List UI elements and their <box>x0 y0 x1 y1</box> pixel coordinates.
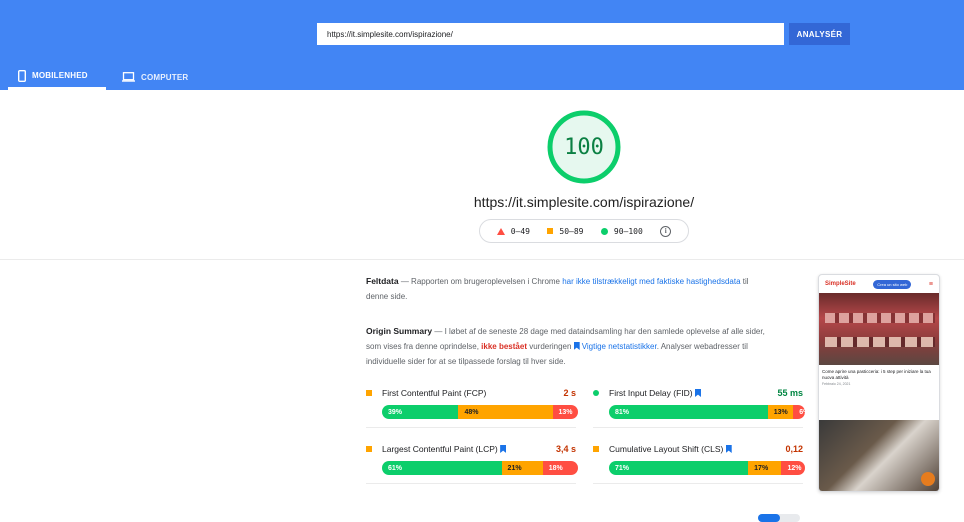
cls-slow-segment: 12% <box>781 461 805 475</box>
metric-lcp-name: Largest Contentful Paint (LCP) <box>382 444 556 454</box>
preview-header: SimpleSite Crea un sito web ≡ <box>819 275 939 293</box>
metric-fid-name: First Input Delay (FID) <box>609 388 777 398</box>
lcp-fast-segment: 61% <box>382 461 502 475</box>
circle-pass-icon <box>600 227 608 235</box>
circle-pass-icon <box>593 390 599 396</box>
tab-mobile[interactable]: MOBILENHED <box>8 64 106 90</box>
square-average-icon <box>593 446 599 452</box>
preview-logo: SimpleSite <box>825 281 856 287</box>
core-web-vitals-label: Vigtige netstatistikker <box>581 342 657 351</box>
origin-summary-title: Origin Summary <box>366 326 433 336</box>
legend-pass: 90–100 <box>600 226 643 236</box>
section-divider <box>0 259 964 260</box>
analyze-button[interactable]: ANALYSÉR <box>789 23 850 45</box>
analyzed-url: https://it.simplesite.com/ispirazione/ <box>473 194 695 210</box>
legend-average-label: 50–89 <box>559 226 584 236</box>
origin-fail-text: ikke bestået <box>481 342 527 351</box>
square-average-icon <box>366 390 372 396</box>
preview-caption: Come aprire una pasticceria: i 5 step pe… <box>822 369 931 380</box>
metric-lcp: Largest Contentful Paint (LCP) 3,4 s 61%… <box>366 436 578 484</box>
metric-cls-name: Cumulative Layout Shift (CLS) <box>609 444 785 454</box>
legend-pass-label: 90–100 <box>613 226 643 236</box>
metric-cls-value: 0,12 <box>785 444 803 454</box>
fid-fast-segment: 81% <box>609 405 768 419</box>
square-average-icon <box>366 446 372 452</box>
expand-toggle[interactable] <box>758 514 800 522</box>
metric-fid-distribution: 81% 13% 6% <box>609 405 805 419</box>
field-data-title: Feltdata <box>366 276 399 286</box>
metric-lcp-label: Largest Contentful Paint (LCP) <box>382 444 498 454</box>
field-data-text: — Rapporten om brugeroplevelsen i Chrome <box>398 277 563 286</box>
preview-kitchen-image <box>819 420 939 491</box>
legend-fail-label: 0–49 <box>510 226 530 236</box>
laptop-icon <box>122 72 135 82</box>
fid-average-segment: 13% <box>767 405 794 419</box>
metric-fcp-value: 2 s <box>563 388 576 398</box>
bookmark-icon <box>725 445 732 453</box>
tab-desktop-label: COMPUTER <box>141 72 189 82</box>
bookmark-icon <box>500 445 507 453</box>
smartphone-icon <box>18 69 26 82</box>
core-web-vitals-link[interactable]: Vigtige netstatistikker <box>573 342 657 351</box>
metric-cls-label: Cumulative Layout Shift (CLS) <box>609 444 724 454</box>
fid-slow-segment: 6% <box>793 405 805 419</box>
metric-cls-distribution: 71% 17% 12% <box>609 461 805 475</box>
page-screenshot-preview: SimpleSite Crea un sito web ≡ Come aprir… <box>818 274 940 492</box>
legend-average: 50–89 <box>547 227 583 236</box>
origin-summary-section: Origin Summary — I løbet af de seneste 2… <box>366 324 766 369</box>
lcp-slow-segment: 18% <box>542 461 578 475</box>
fcp-average-segment: 48% <box>458 405 553 419</box>
field-data-link[interactable]: har ikke tilstrækkeligt med faktiske has… <box>562 277 740 286</box>
legend-fail: 0–49 <box>496 226 530 236</box>
info-icon[interactable]: i <box>660 225 672 237</box>
metric-fcp-name: First Contentful Paint (FCP) <box>382 388 487 398</box>
metric-fid-label: First Input Delay (FID) <box>609 388 693 398</box>
cls-average-segment: 17% <box>748 461 782 475</box>
metric-cls: Cumulative Layout Shift (CLS) 0,12 71% 1… <box>593 436 805 484</box>
metric-fid: First Input Delay (FID) 55 ms 81% 13% 6% <box>593 380 805 428</box>
bookmark-icon <box>694 389 701 397</box>
menu-icon: ≡ <box>928 280 933 288</box>
metric-fid-value: 55 ms <box>777 388 803 398</box>
triangle-fail-icon <box>496 227 505 235</box>
lcp-average-segment: 21% <box>501 461 543 475</box>
tab-mobile-label: MOBILENHED <box>32 71 88 80</box>
bookmark-icon <box>573 342 580 350</box>
score-legend: 0–49 50–89 90–100 i <box>479 219 689 243</box>
metric-lcp-value: 3,4 s <box>555 444 576 454</box>
preview-date: Febbraio 24, 2021 <box>822 382 851 386</box>
origin-summary-mid: vurderingen <box>526 342 574 351</box>
performance-score: 100 <box>564 134 604 160</box>
tab-desktop[interactable]: COMPUTER <box>112 64 198 90</box>
field-data-section: Feltdata — Rapporten om brugeroplevelsen… <box>366 274 766 304</box>
metric-fcp-distribution: 39% 48% 13% <box>382 405 578 419</box>
metric-lcp-distribution: 61% 21% 18% <box>382 461 578 475</box>
fcp-fast-segment: 39% <box>382 405 459 419</box>
url-input[interactable] <box>317 23 784 45</box>
square-average-icon <box>547 228 554 234</box>
fcp-slow-segment: 13% <box>552 405 578 419</box>
cls-fast-segment: 71% <box>609 461 749 475</box>
metric-fcp: First Contentful Paint (FCP) 2 s 39% 48%… <box>366 380 578 428</box>
preview-create-button: Crea un sito web <box>873 279 912 289</box>
preview-pastry-image <box>819 293 939 365</box>
